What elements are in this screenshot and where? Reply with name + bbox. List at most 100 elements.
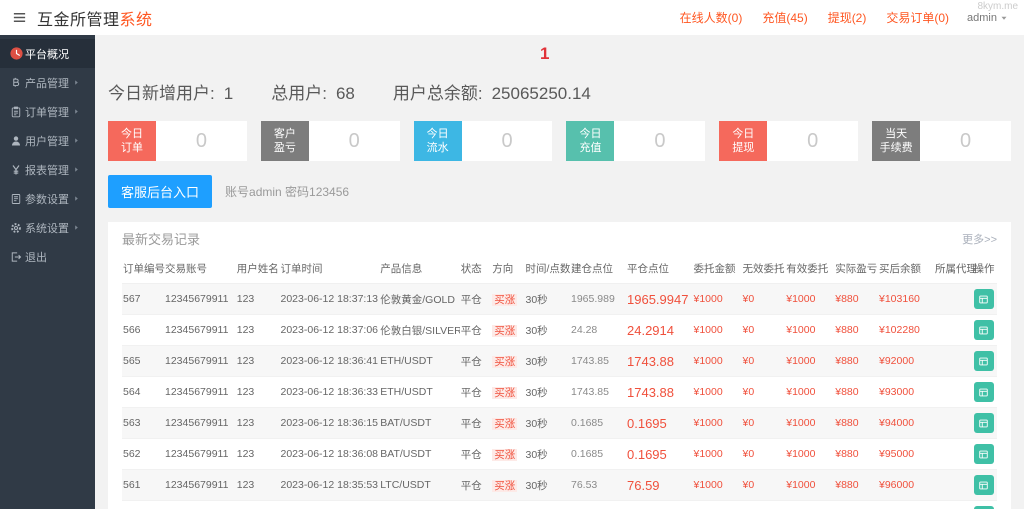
sidebar-item-label: 用户管理 xyxy=(25,135,69,148)
overview-stat-value: 68 xyxy=(335,84,355,103)
table-cell: 买涨 xyxy=(491,469,525,501)
table-cell: 2023-06-12 18:37:06 xyxy=(279,314,380,346)
row-detail-button[interactable] xyxy=(973,351,994,371)
row-detail-button[interactable] xyxy=(973,444,994,464)
stat-card-value: 0 xyxy=(920,121,1011,161)
top-header: 互金所管理系统 在线人数(0) 充值(45) 提现(2) 交易订单(0) admin xyxy=(0,0,1024,35)
table-cell: ¥96000 xyxy=(878,469,934,501)
sidebar-item-platform-overview[interactable]: 平台概况 xyxy=(0,39,95,68)
column-header: 时间/点数 xyxy=(524,255,570,284)
column-header: 订单编号 xyxy=(122,255,165,284)
chevron-right-icon xyxy=(73,166,88,173)
sidebar-item-user-management[interactable]: 用户管理 xyxy=(0,126,95,155)
table-cell: 24.2914 xyxy=(626,314,693,346)
service-backend-button[interactable]: 客服后台入口 xyxy=(108,175,213,208)
main-content: 1 今日新增用户: 1 总用户: 68 用户总余额: 25065250.14 今日 订单 0 客… xyxy=(95,35,1024,509)
column-header: 所属代理 xyxy=(934,255,977,284)
stat-card-label-line: 手续费 xyxy=(879,142,913,154)
row-detail-button[interactable] xyxy=(973,413,994,433)
table-cell: 12345679911 xyxy=(164,314,236,346)
table-cell: ¥1000 xyxy=(692,345,742,377)
column-header: 有效委托 xyxy=(785,255,835,284)
row-detail-button[interactable] xyxy=(973,382,994,402)
table-cell: BCH/USDT xyxy=(379,500,460,509)
panel-header: 最新交易记录 更多>> xyxy=(122,222,997,255)
product-icon xyxy=(10,77,25,89)
sidebar-item-label: 产品管理 xyxy=(25,77,69,90)
direction-badge: 买涨 xyxy=(492,479,518,492)
table-row: 560123456799111232023-06-12 18:35:45BCH/… xyxy=(122,500,997,509)
table-row: 561 12345679911 123 2023-06-12 18:35:53 LTC/… xyxy=(122,469,997,501)
header-link-online-users[interactable]: 在线人数(0) xyxy=(680,9,743,26)
sidebar-item-order-management[interactable]: 订单管理 xyxy=(0,97,95,126)
table-cell: LTC/USDT xyxy=(379,469,460,501)
table-cell: ¥95000 xyxy=(878,438,934,470)
table-cell: 76.59 xyxy=(626,469,693,501)
table-cell: 1965.989 xyxy=(570,283,626,315)
more-link[interactable]: 更多>> xyxy=(962,231,997,247)
table-cell: 562 xyxy=(122,438,164,470)
app-title: 互金所管理系统 xyxy=(37,6,153,30)
table-cell: 567 xyxy=(122,283,164,315)
stat-card-value: 0 xyxy=(614,121,706,161)
table-cell: ¥1000 xyxy=(692,438,742,470)
direction-badge: 买涨 xyxy=(492,417,518,430)
column-header: 实际盈亏 xyxy=(834,255,878,284)
table-cell: ¥880 xyxy=(834,407,878,439)
table-cell: 30秒 xyxy=(524,500,570,509)
table-cell: ¥1000 xyxy=(785,469,835,501)
table-cell: ¥0 xyxy=(741,345,786,377)
direction-badge: 买涨 xyxy=(492,293,518,306)
row-detail-button[interactable] xyxy=(973,320,994,340)
params-icon xyxy=(10,193,25,205)
table-cell: ¥97000 xyxy=(878,500,934,509)
stat-card-label-line: 充值 xyxy=(579,142,602,154)
table-cell xyxy=(934,469,973,501)
notification-badge: 1 xyxy=(540,44,550,63)
column-header: 交易账号 xyxy=(164,255,236,284)
table-cell: 平仓 xyxy=(459,469,492,501)
row-detail-button[interactable] xyxy=(973,289,994,309)
header-links: 在线人数(0) 充值(45) 提现(2) 交易订单(0) xyxy=(680,9,967,26)
table-cell xyxy=(934,438,973,470)
sidebar-item-system-settings[interactable]: 系统设置 xyxy=(0,213,95,242)
sidebar-item-logout[interactable]: 退出 xyxy=(0,242,95,271)
admin-dropdown[interactable]: admin xyxy=(967,12,1008,24)
table-cell: 0.1685 xyxy=(570,407,626,439)
table-cell: 12345679911 xyxy=(164,407,236,439)
table-cell: 伦敦黄金/GOLD xyxy=(379,283,460,315)
overview-stat-value: 1 xyxy=(223,84,234,103)
table-cell: 560 xyxy=(122,500,164,509)
column-header: 产品信息 xyxy=(379,255,460,284)
table-cell: ¥103160 xyxy=(878,283,934,315)
sidebar-item-product-management[interactable]: 产品管理 xyxy=(0,68,95,97)
sidebar-item-report-management[interactable]: 报表管理 xyxy=(0,155,95,184)
table-cell: 30秒 xyxy=(524,314,570,346)
hamburger-menu-icon[interactable] xyxy=(0,10,37,25)
header-link-recharge[interactable]: 充值(45) xyxy=(762,9,807,26)
header-link-trade-orders[interactable]: 交易订单(0) xyxy=(886,9,949,26)
stat-card-label-line: 今日 xyxy=(121,127,143,140)
stat-card-label-line: 流水 xyxy=(426,142,449,154)
table-cell xyxy=(934,407,973,439)
header-link-withdraw[interactable]: 提现(2) xyxy=(828,9,867,26)
stat-card-today-orders: 今日 订单 0 xyxy=(108,121,247,161)
table-cell: 76.53 xyxy=(570,469,626,501)
table-cell: ¥880 xyxy=(834,500,878,509)
table-cell: 12345679911 xyxy=(164,469,236,501)
sidebar-item-label: 报表管理 xyxy=(25,164,69,177)
table-cell: 30秒 xyxy=(524,345,570,377)
sidebar: 平台概况产品管理订单管理用户管理报表管理参数设置 系统设置 退出 xyxy=(0,35,95,509)
row-detail-button[interactable] xyxy=(973,475,994,495)
stat-card-label: 今日 充值 xyxy=(566,121,615,161)
app-title-accent: 系统 xyxy=(119,11,153,29)
table-cell: 2023-06-12 18:35:53 xyxy=(279,469,380,501)
table-cell: 123 xyxy=(235,438,280,470)
table-cell: 0.1685 xyxy=(570,438,626,470)
table-cell: ¥0 xyxy=(741,283,786,315)
table-cell: 2023-06-12 18:36:08 xyxy=(279,438,380,470)
table-cell: ¥1000 xyxy=(785,345,835,377)
table-cell: ETH/USDT xyxy=(379,345,460,377)
table-cell: ¥880 xyxy=(834,283,878,315)
sidebar-item-parameter-settings[interactable]: 参数设置 xyxy=(0,184,95,213)
